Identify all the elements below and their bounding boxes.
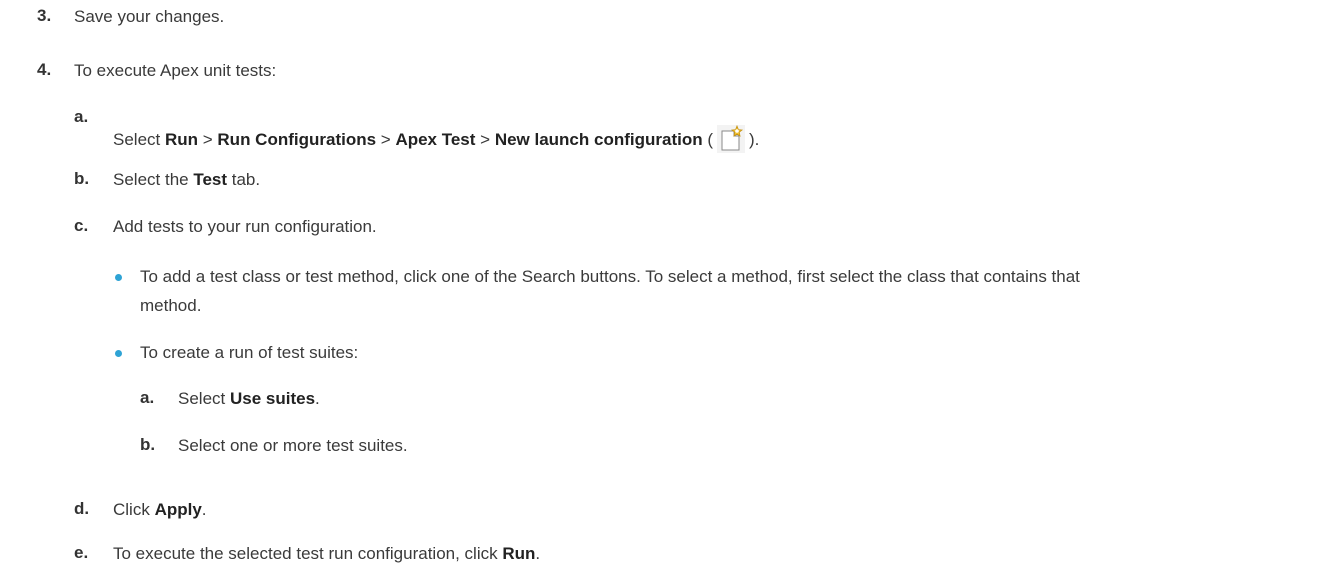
- option-use-suites: Use suites: [229, 389, 316, 408]
- step-4-text: To execute Apex unit tests:: [74, 61, 277, 80]
- page: { "step3": { "num": "3.", "text": "Save …: [0, 0, 1318, 573]
- button-apply: Apply: [154, 500, 202, 519]
- menu-new-launch-configuration: New launch configuration: [494, 130, 703, 149]
- menu-run: Run: [164, 130, 199, 149]
- bullet-1-line-2: method.: [140, 296, 202, 315]
- bullet-dot: [115, 350, 122, 357]
- button-run: Run: [502, 544, 536, 563]
- menu-apex-test: Apex Test: [395, 130, 476, 149]
- substep-letter-a: a.: [74, 107, 89, 126]
- nested-a-text: Select Use suites.: [178, 389, 320, 408]
- substep-d-text: Click Apply.: [113, 500, 207, 519]
- nested-letter-b: b.: [140, 435, 156, 454]
- step-3-text: Save your changes.: [74, 7, 225, 26]
- bullet-dot: [115, 274, 122, 281]
- bullet-1-line-1: To add a test class or test method, clic…: [140, 267, 1080, 286]
- step-number-4: 4.: [37, 60, 52, 79]
- bullet-2-text: To create a run of test suites:: [140, 343, 359, 362]
- substep-letter-b: b.: [74, 169, 90, 188]
- substep-c-text: Add tests to your run configuration.: [113, 217, 377, 236]
- substep-a-text: Select Run > Run Configurations > Apex T…: [113, 125, 759, 153]
- substep-letter-e: e.: [74, 543, 89, 562]
- new-launch-configuration-icon: [717, 125, 745, 153]
- substep-letter-c: c.: [74, 216, 89, 235]
- tab-test: Test: [193, 170, 228, 189]
- step-number-3: 3.: [37, 6, 52, 25]
- substep-b-text: Select the Test tab.: [113, 170, 261, 189]
- substep-e-text: To execute the selected test run configu…: [113, 544, 541, 563]
- nested-b-text: Select one or more test suites.: [178, 436, 408, 455]
- substep-letter-d: d.: [74, 499, 90, 518]
- nested-letter-a: a.: [140, 388, 155, 407]
- menu-run-configurations: Run Configurations: [217, 130, 377, 149]
